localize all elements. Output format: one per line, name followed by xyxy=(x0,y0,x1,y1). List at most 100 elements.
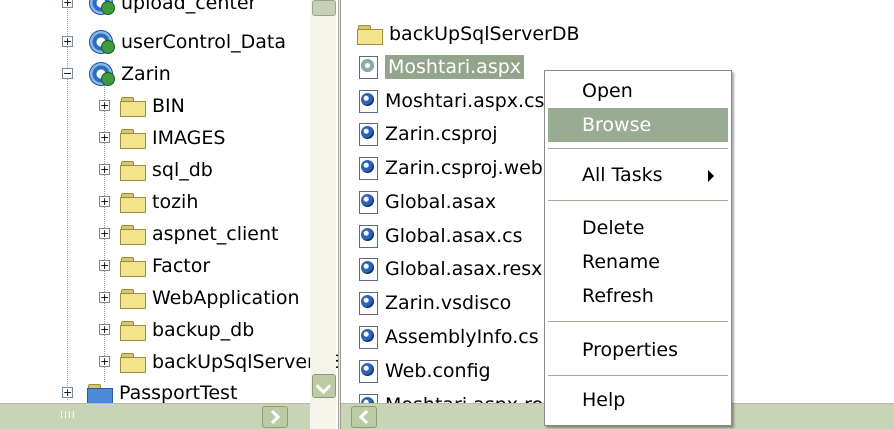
file-item-label: Global.asax xyxy=(385,190,497,213)
folder-icon xyxy=(120,128,146,149)
expand-icon[interactable]: + xyxy=(99,196,110,207)
submenu-arrow-icon xyxy=(708,170,714,182)
expand-icon[interactable]: + xyxy=(99,292,110,303)
resx-file-icon xyxy=(357,257,379,281)
tree-item-aspnet-client[interactable]: + aspnet_client xyxy=(99,217,278,250)
tree-horizontal-scrollbar[interactable]: IIII xyxy=(0,403,310,429)
folder-tree-pane[interactable]: + upload_center + userControl_Data − Zar… xyxy=(0,0,338,429)
file-item-global-asax[interactable]: Global.asax xyxy=(357,185,496,218)
tree-item-label: Factor xyxy=(152,254,211,277)
tree-item-backupsqlserver[interactable]: + backUpSqlServerDB xyxy=(99,345,338,378)
expand-icon[interactable]: + xyxy=(62,36,73,47)
expand-icon[interactable]: + xyxy=(99,356,110,367)
file-item-moshtari-aspx[interactable]: Moshtari.aspx xyxy=(357,50,525,83)
expand-icon[interactable]: + xyxy=(62,0,73,8)
tree-item-factor[interactable]: + Factor xyxy=(99,249,210,282)
tree-item-tozih[interactable]: + tozih xyxy=(99,185,198,218)
folder-icon xyxy=(120,192,146,213)
menu-separator xyxy=(548,148,728,149)
file-item-label: Moshtari.aspx xyxy=(385,54,525,79)
tree-item-sql-db[interactable]: + sql_db xyxy=(99,153,213,186)
menu-separator xyxy=(548,375,728,376)
tree-item-webapplication[interactable]: + WebApplication xyxy=(99,281,300,314)
menu-item-refresh[interactable]: Refresh xyxy=(548,279,728,313)
web-project-icon xyxy=(87,60,115,88)
expand-icon[interactable]: + xyxy=(99,100,110,111)
tree-item-label: BIN xyxy=(152,94,185,117)
expand-icon[interactable]: + xyxy=(99,228,110,239)
scroll-down-button[interactable] xyxy=(312,374,336,398)
tree-item-label: WebApplication xyxy=(152,286,300,309)
menu-item-delete[interactable]: Delete xyxy=(548,211,728,245)
file-item-label: Web.config xyxy=(385,359,491,382)
tree-item-usercontrol-data[interactable]: + userControl_Data xyxy=(62,25,286,58)
tree-item-images[interactable]: + IMAGES xyxy=(99,121,225,154)
tree-vertical-scrollbar[interactable] xyxy=(310,0,336,429)
file-item-label: Global.asax.cs xyxy=(385,224,523,247)
tree-item-backup-db[interactable]: + backup_db xyxy=(99,313,254,346)
file-item-label: Zarin.vsdisco xyxy=(385,291,512,314)
file-item-zarin-vsdisco[interactable]: Zarin.vsdisco xyxy=(357,286,511,319)
asax-file-icon xyxy=(357,190,379,214)
webinfo-file-icon xyxy=(357,156,379,180)
scroll-right-button[interactable] xyxy=(262,406,288,428)
file-item-zarin-csproj[interactable]: Zarin.csproj xyxy=(357,117,498,150)
menu-separator xyxy=(548,200,728,201)
folder-icon xyxy=(120,288,146,309)
folder-icon xyxy=(120,256,146,277)
file-item-label: AssemblyInfo.cs xyxy=(385,325,539,348)
context-menu: Open Browse All Tasks Delete Rename Refr… xyxy=(544,70,732,426)
menu-item-rename[interactable]: Rename xyxy=(548,245,728,279)
menu-item-browse[interactable]: Browse xyxy=(548,108,728,142)
tree-item-label: tozih xyxy=(152,190,199,213)
file-item-web-config[interactable]: Web.config xyxy=(357,354,491,387)
menu-item-help[interactable]: Help xyxy=(548,383,728,417)
tree-item-label: userControl_Data xyxy=(121,30,286,53)
expand-icon[interactable]: + xyxy=(62,387,73,398)
folder-icon xyxy=(120,320,146,341)
expand-icon[interactable]: + xyxy=(99,260,110,271)
file-item-label: Moshtari.aspx.cs xyxy=(385,89,545,112)
menu-separator xyxy=(548,321,728,322)
file-item-label: Global.asax.resx xyxy=(385,257,543,280)
tree-item-upload-center[interactable]: + upload_center xyxy=(62,0,256,19)
scroll-thumb[interactable] xyxy=(312,0,336,16)
menu-item-all-tasks[interactable]: All Tasks xyxy=(548,158,728,192)
folder-icon xyxy=(120,352,146,373)
scroll-left-button[interactable] xyxy=(351,406,377,428)
file-item-global-asax-resx[interactable]: Global.asax.resx xyxy=(357,252,542,285)
expand-icon[interactable]: + xyxy=(99,132,110,143)
file-item-backupsqlserverdb[interactable]: backUpSqlServerDB xyxy=(357,17,580,50)
expand-icon[interactable]: + xyxy=(99,164,110,175)
cs-file-icon xyxy=(357,325,379,349)
tree-item-label: Zarin xyxy=(121,62,171,85)
folder-icon xyxy=(120,224,146,245)
scroll-grip-icon: IIII xyxy=(60,410,76,421)
file-item-moshtari-aspx-cs[interactable]: Moshtari.aspx.cs xyxy=(357,84,544,117)
file-item-assemblyinfo-cs[interactable]: AssemblyInfo.cs xyxy=(357,320,539,353)
folder-icon xyxy=(120,96,146,117)
expand-icon[interactable]: + xyxy=(99,324,110,335)
menu-item-properties[interactable]: Properties xyxy=(548,333,728,367)
file-item-global-asax-cs[interactable]: Global.asax.cs xyxy=(357,219,522,252)
tree-item-label: PassportTest xyxy=(119,381,238,404)
collapse-icon[interactable]: − xyxy=(62,68,73,79)
aspx-file-icon xyxy=(357,55,379,79)
tree-item-label: aspnet_client xyxy=(152,222,279,245)
config-file-icon xyxy=(357,359,379,383)
vsdisco-file-icon xyxy=(357,291,379,315)
folder-icon xyxy=(357,24,383,45)
tree-item-label: sql_db xyxy=(152,158,213,181)
menu-item-label: All Tasks xyxy=(582,164,663,186)
cs-file-icon xyxy=(357,224,379,248)
cs-file-icon xyxy=(357,89,379,113)
menu-item-open[interactable]: Open xyxy=(548,74,728,108)
web-folder-icon xyxy=(87,383,113,404)
tree-item-label: upload_center xyxy=(121,0,257,14)
csproj-file-icon xyxy=(357,122,379,146)
web-project-icon xyxy=(87,28,115,56)
web-project-icon xyxy=(87,0,115,17)
tree-item-bin[interactable]: + BIN xyxy=(99,89,185,122)
tree-item-zarin[interactable]: − Zarin xyxy=(62,57,171,90)
tree-item-label: backup_db xyxy=(152,318,255,341)
